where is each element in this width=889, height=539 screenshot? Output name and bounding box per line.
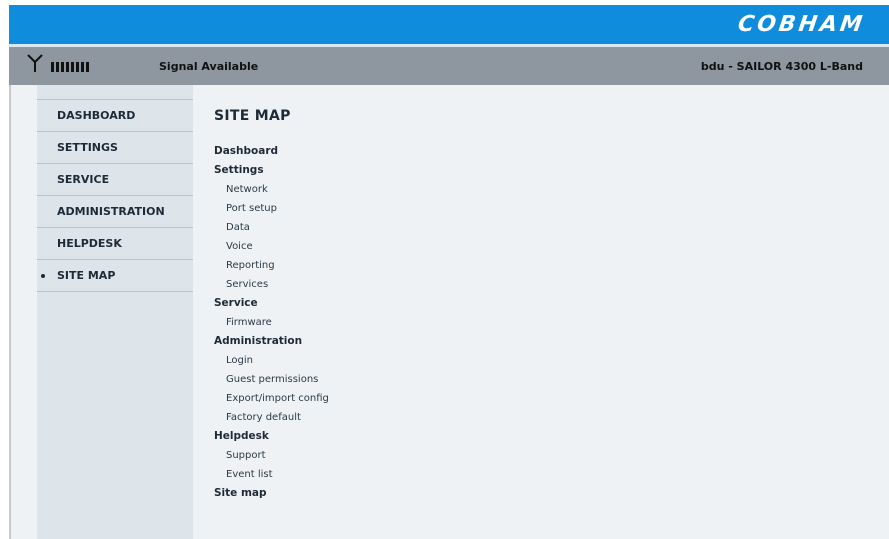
signal-bar: [86, 62, 89, 72]
sitemap-link-data[interactable]: Data: [214, 218, 329, 237]
sitemap-link-port-setup[interactable]: Port setup: [214, 199, 329, 218]
sitemap-link-event-list[interactable]: Event list: [214, 465, 329, 484]
sitemap-link-services[interactable]: Services: [214, 275, 329, 294]
sidebar-nav: DASHBOARD SETTINGS SERVICE ADMINISTRATIO…: [37, 99, 193, 292]
sidebar-item-service[interactable]: SERVICE: [37, 164, 193, 196]
sitemap-link-network[interactable]: Network: [214, 180, 329, 199]
sidebar-item-site-map[interactable]: SITE MAP: [37, 260, 193, 292]
sidebar-item-settings[interactable]: SETTINGS: [37, 132, 193, 164]
signal-bar: [61, 62, 64, 72]
sitemap-link-export-import-config[interactable]: Export/import config: [214, 389, 329, 408]
sidebar-item-label: SERVICE: [57, 173, 110, 186]
sitemap-link-service[interactable]: Service: [214, 294, 329, 313]
sidebar-item-label: ADMINISTRATION: [57, 205, 165, 218]
page-title: SITE MAP: [214, 108, 291, 124]
signal-bar: [71, 62, 74, 72]
sitemap-link-support[interactable]: Support: [214, 446, 329, 465]
sidebar: DASHBOARD SETTINGS SERVICE ADMINISTRATIO…: [37, 85, 193, 539]
signal-bar: [76, 62, 79, 72]
sidebar-item-administration[interactable]: ADMINISTRATION: [37, 196, 193, 228]
sidebar-item-label: HELPDESK: [57, 237, 122, 250]
sidebar-item-label: SETTINGS: [57, 141, 118, 154]
signal-bar: [56, 62, 59, 72]
app-window: COBHAM Signal Available bdu - SAILOR 430…: [0, 0, 889, 539]
sitemap-link-login[interactable]: Login: [214, 351, 329, 370]
sidebar-item-dashboard[interactable]: DASHBOARD: [37, 100, 193, 132]
cobham-logo: COBHAM: [736, 12, 867, 37]
sitemap-link-reporting[interactable]: Reporting: [214, 256, 329, 275]
sitemap-link-factory-default[interactable]: Factory default: [214, 408, 329, 427]
sitemap-link-dashboard[interactable]: Dashboard: [214, 142, 329, 161]
main-panel: SITE MAP Dashboard Settings Network Port…: [214, 108, 329, 503]
sitemap-link-settings[interactable]: Settings: [214, 161, 329, 180]
sitemap-link-administration[interactable]: Administration: [214, 332, 329, 351]
sitemap-link-guest-permissions[interactable]: Guest permissions: [214, 370, 329, 389]
sitemap-link-firmware[interactable]: Firmware: [214, 313, 329, 332]
sidebar-item-label: SITE MAP: [57, 269, 116, 282]
sitemap-link-helpdesk[interactable]: Helpdesk: [214, 427, 329, 446]
status-bar: Signal Available bdu - SAILOR 4300 L-Ban…: [9, 47, 889, 85]
antenna-icon: [27, 54, 43, 72]
sitemap-link-site-map[interactable]: Site map: [214, 484, 329, 503]
device-name-text: bdu - SAILOR 4300 L-Band: [700, 60, 863, 73]
signal-strength-icon: [51, 62, 89, 72]
signal-bar: [81, 62, 84, 72]
signal-status-text: Signal Available: [159, 60, 259, 73]
signal-bar: [51, 62, 54, 72]
sitemap-link-voice[interactable]: Voice: [214, 237, 329, 256]
active-bullet-icon: [41, 273, 45, 278]
sidebar-item-helpdesk[interactable]: HELPDESK: [37, 228, 193, 260]
signal-bar: [66, 62, 69, 72]
sidebar-item-label: DASHBOARD: [57, 109, 136, 122]
content-area: DASHBOARD SETTINGS SERVICE ADMINISTRATIO…: [11, 85, 889, 539]
top-banner: COBHAM: [9, 5, 889, 44]
